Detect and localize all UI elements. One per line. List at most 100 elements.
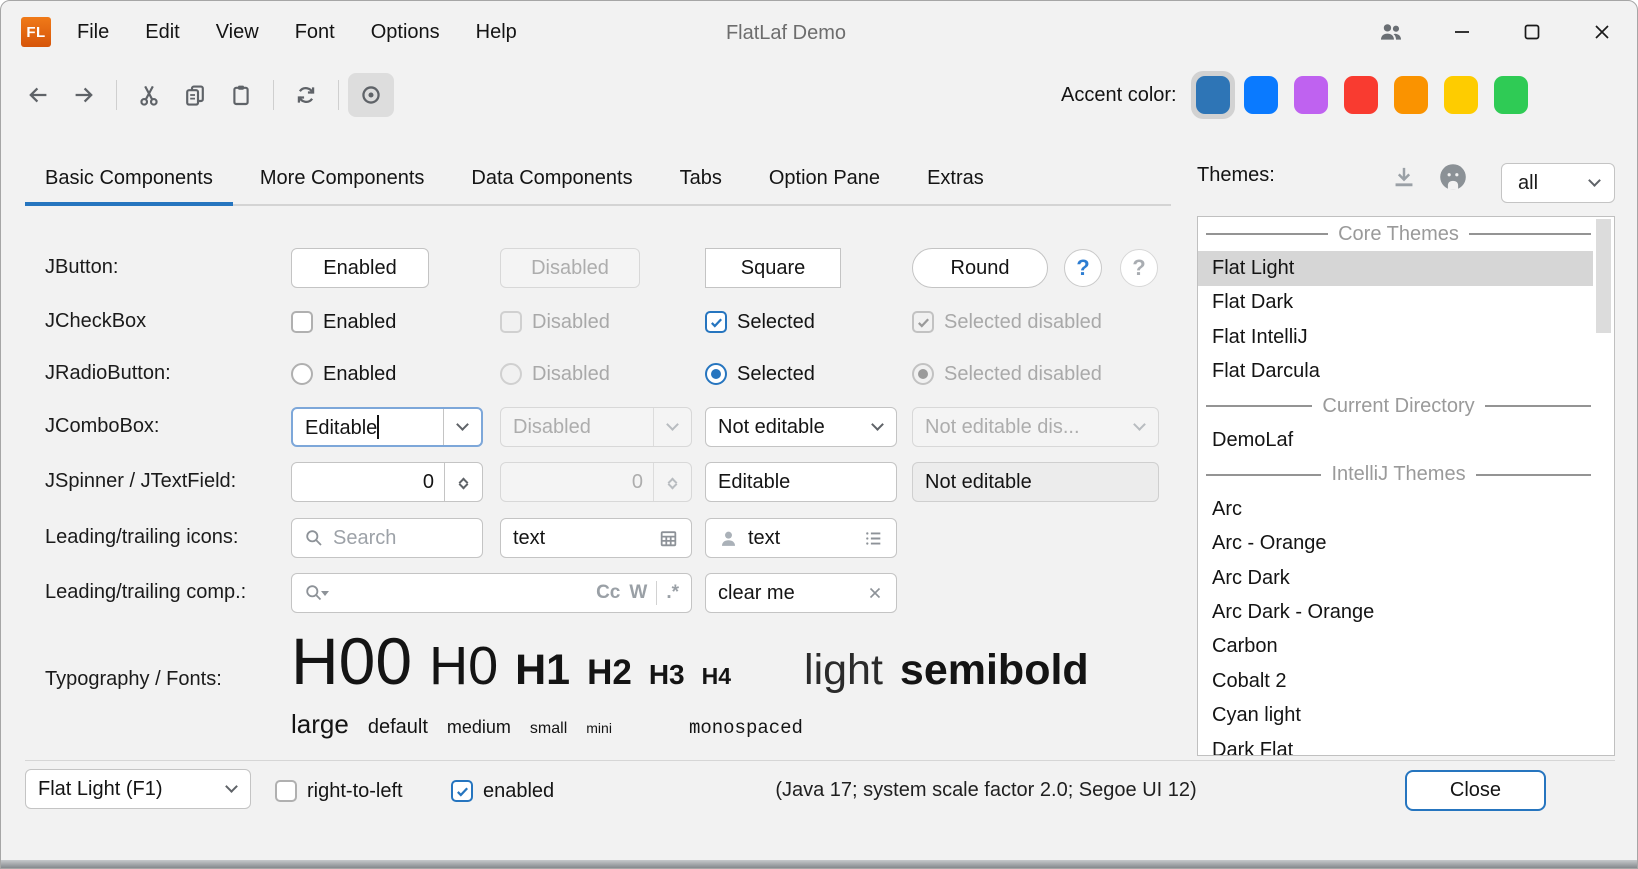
jbutton-square[interactable]: Square [705, 248, 841, 288]
tab-basic-components[interactable]: Basic Components [25, 153, 233, 204]
search-icon [304, 528, 324, 548]
back-button[interactable] [15, 73, 61, 117]
toolbar-separator [116, 80, 117, 110]
tab-extras[interactable]: Extras [907, 153, 1004, 204]
accent-swatch-yellow[interactable] [1441, 71, 1481, 119]
paste-button[interactable] [218, 73, 264, 117]
themes-filter-combobox[interactable]: all [1501, 163, 1615, 203]
tab-option-pane[interactable]: Option Pane [749, 153, 900, 204]
typography-sizes: large default medium small mini monospac… [291, 709, 803, 740]
search-field[interactable]: Search [291, 518, 483, 558]
menu-edit[interactable]: Edit [145, 21, 179, 44]
minimize-button[interactable] [1427, 1, 1497, 63]
accent-swatch-green[interactable] [1491, 71, 1531, 119]
accent-swatch-red[interactable] [1341, 71, 1381, 119]
jcheckbox-label: JCheckBox [45, 310, 146, 333]
themes-separator: Current Directory [1198, 389, 1593, 423]
theme-item-cobalt-2[interactable]: Cobalt 2 [1198, 664, 1593, 698]
chevron-down-icon[interactable] [443, 409, 481, 445]
tab-tabs[interactable]: Tabs [660, 153, 742, 204]
whole-word-toggle[interactable]: W [629, 582, 647, 604]
text-field-with-person[interactable]: text [705, 518, 897, 558]
accent-swatch-color [1444, 76, 1478, 114]
theme-item-arc-dark-orange[interactable]: Arc Dark - Orange [1198, 595, 1593, 629]
combobox-not-editable[interactable]: Not editable [705, 407, 897, 447]
leading-trailing-icons-label: Leading/trailing icons: [45, 526, 238, 549]
accent-swatch-color [1244, 76, 1278, 114]
radio-label: Selected disabled [944, 363, 1102, 386]
accent-swatch-orange[interactable] [1391, 71, 1431, 119]
theme-item-carbon[interactable]: Carbon [1198, 630, 1593, 664]
close-window-button[interactable] [1567, 1, 1637, 63]
menu-view[interactable]: View [216, 21, 259, 44]
chevron-down-icon [1574, 181, 1614, 185]
download-themes-button[interactable] [1391, 164, 1417, 190]
theme-item-flat-intellij[interactable]: Flat IntelliJ [1198, 320, 1593, 354]
theme-item-flat-dark[interactable]: Flat Dark [1198, 286, 1593, 320]
tab-more-components[interactable]: More Components [240, 153, 445, 204]
checkbox-enabled[interactable]: Enabled [291, 308, 396, 336]
textfield-editable[interactable]: Editable [705, 462, 897, 502]
accent-swatch-blue[interactable] [1241, 71, 1281, 119]
theme-item-flat-light[interactable]: Flat Light [1198, 251, 1593, 285]
accent-color-chooser: Accent color: [1061, 69, 1541, 121]
theme-item-arc[interactable]: Arc [1198, 492, 1593, 526]
chevron-down-icon[interactable] [858, 408, 896, 446]
accent-swatch-default[interactable] [1191, 71, 1235, 119]
jbutton-enabled[interactable]: Enabled [291, 248, 429, 288]
theme-item-cyan-light[interactable]: Cyan light [1198, 698, 1593, 732]
table-calendar-icon[interactable] [658, 528, 679, 549]
spinner-buttons[interactable] [444, 463, 482, 501]
textfield-value: Editable [718, 471, 790, 494]
radio-enabled[interactable]: Enabled [291, 360, 396, 388]
combobox-value: Editable [293, 415, 443, 440]
combobox-editable[interactable]: Editable [291, 407, 483, 447]
search-with-dropdown-icon[interactable] [304, 583, 329, 603]
spinner[interactable]: 0 [291, 462, 483, 502]
themes-scrollbar-thumb[interactable] [1596, 219, 1611, 333]
clear-x-icon[interactable] [866, 584, 884, 602]
menu-file[interactable]: File [77, 21, 109, 44]
checkbox-disabled: Disabled [500, 308, 610, 336]
checkbox-selected[interactable]: Selected [705, 308, 815, 336]
window-bottom-edge[interactable] [1, 860, 1637, 868]
jbutton-round[interactable]: Round [912, 248, 1048, 288]
close-button[interactable]: Close [1405, 770, 1546, 811]
laf-combobox[interactable]: Flat Light (F1) [25, 769, 251, 809]
menu-list-icon[interactable] [863, 528, 884, 549]
users-icon[interactable] [1361, 1, 1421, 63]
clearable-text-field[interactable]: clear me [705, 573, 897, 613]
match-case-toggle[interactable]: Cc [596, 582, 620, 604]
small-sample: small [530, 720, 567, 738]
search-field-with-options[interactable]: Cc W .* [291, 573, 692, 613]
jbutton-help-enabled[interactable]: ? [1064, 249, 1102, 287]
forward-button[interactable] [61, 73, 107, 117]
spinner-value[interactable]: 0 [292, 471, 444, 494]
theme-item-demolaf[interactable]: DemoLaf [1198, 423, 1593, 457]
theme-item-arc-orange[interactable]: Arc - Orange [1198, 527, 1593, 561]
menu-help[interactable]: Help [476, 21, 517, 44]
theme-item-dark-flat[interactable]: Dark Flat [1198, 733, 1593, 756]
radio-selected[interactable]: Selected [705, 360, 815, 388]
text-field-with-calendar[interactable]: text [500, 518, 692, 558]
menu-options[interactable]: Options [371, 21, 440, 44]
right-to-left-checkbox[interactable]: right-to-left [275, 777, 403, 805]
h00-sample: H00 [291, 623, 412, 699]
enabled-checkbox[interactable]: enabled [451, 777, 554, 805]
theme-item-flat-darcula[interactable]: Flat Darcula [1198, 355, 1593, 389]
maximize-button[interactable] [1497, 1, 1567, 63]
menu-font[interactable]: Font [295, 21, 335, 44]
theme-item-arc-dark[interactable]: Arc Dark [1198, 561, 1593, 595]
github-button[interactable] [1437, 161, 1469, 193]
checkbox-label: Enabled [323, 311, 396, 334]
radio-label: Enabled [323, 363, 396, 386]
tab-data-components[interactable]: Data Components [451, 153, 652, 204]
checkbox-icon [500, 311, 522, 333]
regex-toggle[interactable]: .* [666, 582, 679, 604]
chevron-down-icon[interactable] [212, 770, 250, 808]
copy-button[interactable] [172, 73, 218, 117]
show-hidden-toggle-button[interactable] [348, 73, 394, 117]
refresh-button[interactable] [283, 73, 329, 117]
cut-button[interactable] [126, 73, 172, 117]
accent-swatch-purple[interactable] [1291, 71, 1331, 119]
